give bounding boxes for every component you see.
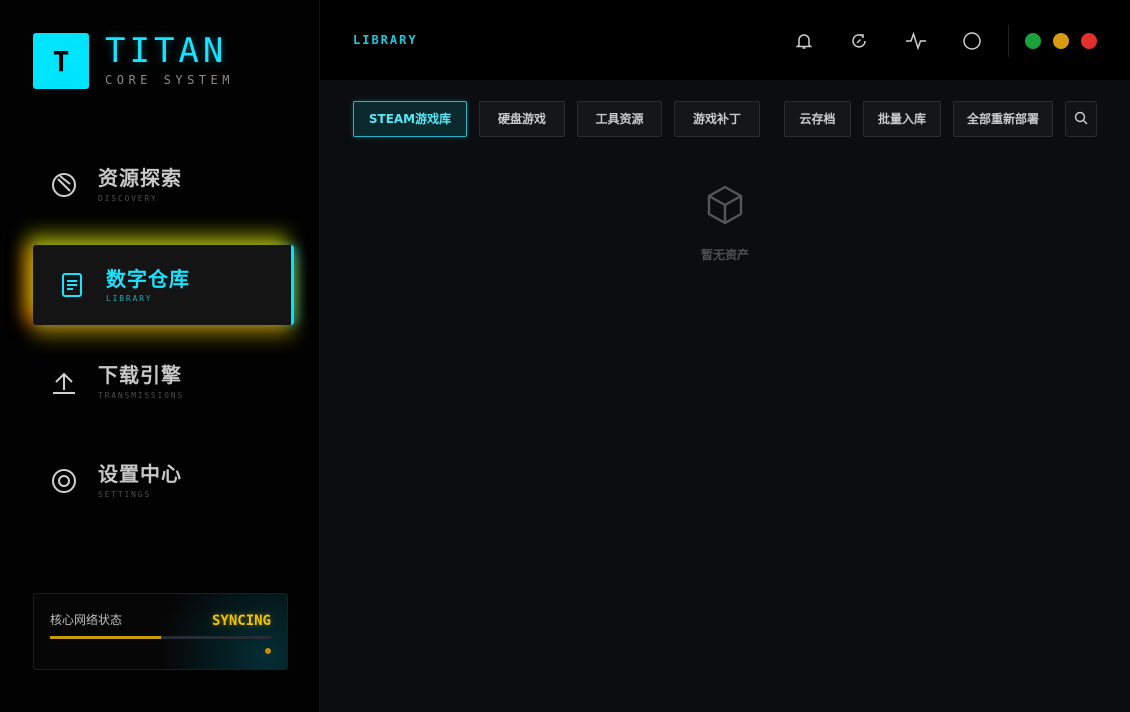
tab-redeploy-all[interactable]: 全部重新部署 bbox=[953, 101, 1053, 137]
settings-ring-icon bbox=[50, 467, 78, 495]
box-icon bbox=[705, 184, 745, 226]
empty-state-text: 暂无资产 bbox=[700, 248, 749, 262]
window-control-yellow[interactable] bbox=[1053, 33, 1069, 49]
sidebar: T TITAN CORE SYSTEM 资源探索 DISCOVERY 数字仓库 … bbox=[0, 0, 320, 712]
bell-icon[interactable] bbox=[792, 29, 816, 53]
sidebar-item-sublabel: DISCOVERY bbox=[98, 194, 158, 203]
sidebar-item-settings[interactable]: 设置中心 SETTINGS bbox=[33, 441, 294, 521]
tab-disk-games[interactable]: 硬盘游戏 bbox=[479, 101, 565, 137]
activity-icon[interactable] bbox=[904, 29, 928, 53]
sidebar-item-sublabel: SETTINGS bbox=[98, 490, 151, 499]
upload-icon bbox=[50, 368, 78, 396]
tab-label: 全部重新部署 bbox=[966, 111, 1039, 126]
tab-label: 游戏补丁 bbox=[692, 111, 741, 126]
status-label: 核心网络状态 bbox=[50, 613, 123, 627]
sidebar-item-discovery[interactable]: 资源探索 DISCOVERY bbox=[33, 145, 294, 225]
logo-mark: T bbox=[33, 33, 89, 89]
status-indicator-dot bbox=[265, 648, 271, 654]
tab-batch-import[interactable]: 批量入库 bbox=[863, 101, 941, 137]
search-button[interactable] bbox=[1065, 101, 1097, 137]
sidebar-item-library[interactable]: 数字仓库 LIBRARY bbox=[33, 245, 294, 325]
status-value: SYNCING bbox=[211, 613, 271, 629]
sidebar-item-label: 资源探索 bbox=[98, 166, 182, 190]
tab-label: STEAM游戏库 bbox=[368, 111, 452, 126]
main-content: STEAM游戏库 硬盘游戏 工具资源 游戏补丁 云存档 批量入库 全部重新部署 … bbox=[320, 80, 1130, 712]
page-title: LIBRARY bbox=[353, 33, 418, 47]
tab-cloud-saves[interactable]: 云存档 bbox=[784, 101, 851, 137]
app-title: TITAN bbox=[105, 31, 228, 71]
top-bar: LIBRARY bbox=[320, 0, 1130, 80]
app-subtitle: CORE SYSTEM bbox=[105, 73, 234, 87]
sidebar-item-transmissions[interactable]: 下载引擎 TRANSMISSIONS bbox=[33, 342, 294, 422]
tab-tool-resources[interactable]: 工具资源 bbox=[577, 101, 662, 137]
sidebar-item-label: 设置中心 bbox=[98, 462, 182, 486]
sync-progress-bar bbox=[50, 636, 271, 639]
circle-icon[interactable] bbox=[960, 29, 984, 53]
header-divider bbox=[1008, 25, 1009, 57]
sync-progress-fill bbox=[50, 636, 161, 639]
compass-icon bbox=[50, 171, 78, 199]
tab-label: 硬盘游戏 bbox=[497, 111, 546, 126]
sidebar-item-sublabel: LIBRARY bbox=[106, 294, 153, 303]
document-icon bbox=[59, 271, 87, 299]
sidebar-item-label: 数字仓库 bbox=[106, 267, 190, 291]
refresh-icon[interactable] bbox=[847, 29, 871, 53]
tab-label: 批量入库 bbox=[878, 111, 927, 126]
window-control-red[interactable] bbox=[1081, 33, 1097, 49]
sidebar-item-sublabel: TRANSMISSIONS bbox=[98, 391, 185, 400]
window-control-green[interactable] bbox=[1025, 33, 1041, 49]
network-status-card: 核心网络状态 SYNCING bbox=[33, 593, 288, 670]
tab-steam-library[interactable]: STEAM游戏库 bbox=[353, 101, 467, 137]
search-icon bbox=[1074, 110, 1088, 129]
tab-label: 云存档 bbox=[799, 111, 836, 126]
sidebar-item-label: 下载引擎 bbox=[98, 363, 182, 387]
tab-game-patches[interactable]: 游戏补丁 bbox=[674, 101, 760, 137]
tab-label: 工具资源 bbox=[595, 111, 644, 126]
